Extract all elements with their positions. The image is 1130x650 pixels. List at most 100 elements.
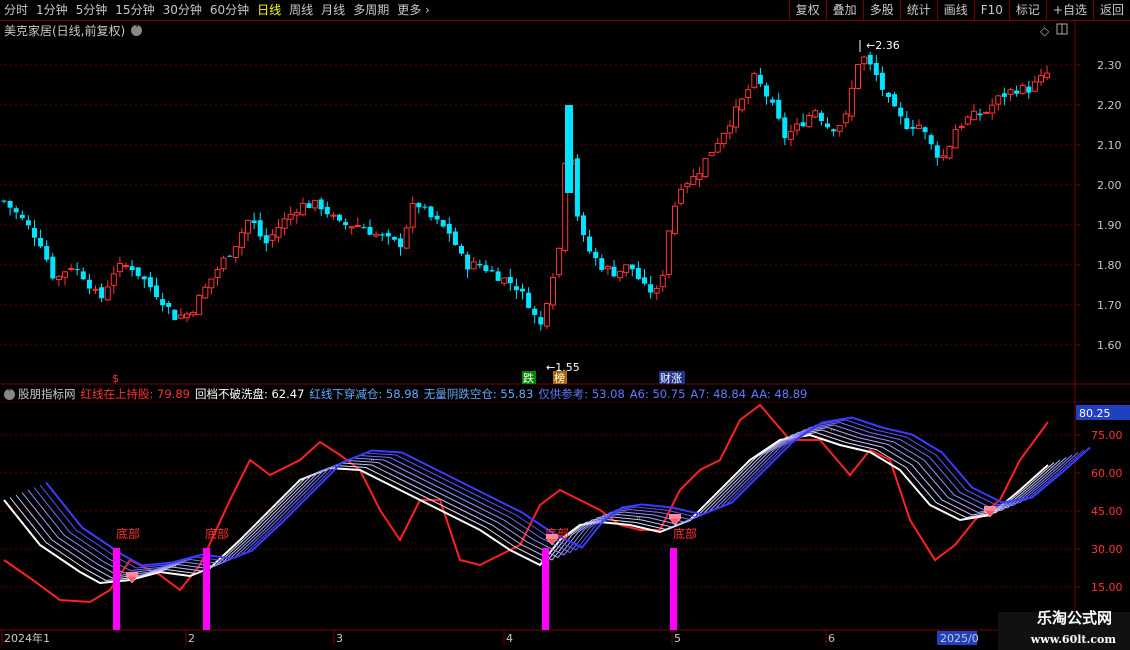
candle-down (257, 220, 263, 237)
chart-canvas[interactable]: 2.30 2.20 2.10 2.00 1.90 1.80 1.70 1.60 75.00 60.… (0, 0, 1130, 650)
indicator-tick-label: 75.00 (1091, 429, 1123, 442)
current-value-label: 80.25 (1079, 407, 1111, 420)
price-tick-label: 2.20 (1097, 99, 1122, 112)
gem-top-icon (126, 572, 138, 576)
candle-down (19, 214, 25, 219)
candle-down (99, 287, 105, 299)
candle-down (129, 266, 135, 271)
candle-up (708, 151, 715, 157)
candle-up (409, 203, 416, 228)
candle-spike (565, 105, 573, 193)
tag-caizhang: 财涨 (660, 371, 682, 385)
candle-down (385, 232, 391, 237)
ribbon-line-1 (9, 431, 1055, 582)
gem-top-icon (984, 506, 996, 510)
ribbon-line-0 (3, 433, 1049, 585)
candle-down (154, 285, 159, 298)
indicator-item-4: 仅供参考: 53.08 (538, 387, 625, 401)
candle-up (220, 257, 227, 270)
sparkle-icon: ᐝᐝ (830, 429, 835, 439)
candle-up (299, 202, 306, 216)
candle-down (147, 277, 153, 288)
candle-up (617, 270, 624, 279)
candle-down (898, 107, 904, 117)
candle-down (873, 62, 879, 76)
candle-up (373, 233, 380, 237)
candle-down (166, 303, 172, 307)
candle-up (604, 265, 611, 270)
price-tick-label: 2.00 (1097, 179, 1122, 192)
candle-up (794, 123, 800, 131)
bottom-signal-bar (670, 548, 677, 630)
candle-down (879, 72, 885, 90)
candle-down (648, 284, 654, 293)
candle-down (446, 223, 452, 234)
candle-down (434, 215, 440, 220)
candle-up (62, 271, 68, 278)
candle-up (1038, 75, 1044, 83)
candle-down (343, 222, 349, 226)
candle-down (977, 113, 983, 116)
candle-down (1014, 90, 1020, 94)
candle-up (501, 277, 508, 284)
candle-up (861, 56, 868, 65)
candle-down (251, 220, 257, 224)
candle-down (465, 254, 471, 270)
candle-down (574, 158, 580, 217)
dollar-marker: $ (112, 372, 119, 385)
candle-up (745, 89, 752, 98)
candle-up (946, 145, 953, 159)
candle-down (642, 277, 647, 284)
candle-up (678, 188, 685, 204)
candle-up (92, 288, 99, 291)
candle-down (581, 215, 586, 236)
candle-up (1044, 72, 1051, 79)
candle-down (25, 220, 31, 226)
candle-up (916, 124, 922, 130)
bottom-signal-bar (203, 548, 210, 630)
candle-down (337, 214, 342, 221)
candle-up (550, 276, 556, 306)
candle-up (812, 110, 819, 118)
candle-down (764, 85, 769, 97)
gem-top-icon (669, 514, 681, 518)
indicator-legend: ˅ 股朋指标网 红线在上持股: 79.89 回档不破洗盘: 62.47 红线下穿减仓… (0, 386, 812, 402)
candle-up (312, 199, 319, 209)
candle-up (116, 262, 123, 273)
candle-down (886, 92, 891, 98)
candle-down (776, 99, 782, 119)
indicator-item-6: A7: 48.84 (690, 387, 747, 401)
watermark-title: 乐淘公式网 (1036, 609, 1112, 627)
candle-down (629, 264, 635, 270)
tag-die: 跌 (523, 371, 534, 385)
indicator-menu-icon[interactable]: ˅ (4, 388, 15, 400)
candle-up (720, 132, 727, 145)
watermark-url: www.60lt.com (1030, 633, 1116, 646)
candle-down (361, 227, 367, 229)
indicator-tick-label: 60.00 (1091, 467, 1123, 480)
candle-down (306, 203, 312, 208)
candle-down (599, 258, 605, 270)
candle-up (672, 205, 678, 234)
candle-up (202, 286, 209, 299)
candle-up (269, 234, 276, 241)
time-label: 5 (674, 632, 681, 645)
ribbon-line-6 (39, 419, 1085, 569)
indicator-tick-label: 30.00 (1091, 543, 1123, 556)
candle-down (318, 199, 324, 210)
ribbon-line-7 (45, 416, 1091, 567)
candle-down (416, 203, 422, 208)
candle-down (495, 271, 501, 281)
candle-down (452, 231, 458, 246)
candle-up (275, 227, 282, 238)
candle-up (970, 110, 977, 121)
time-label: 2024年1 (4, 631, 50, 645)
indicator-tick-label: 45.00 (1091, 505, 1123, 518)
candle-up (952, 129, 959, 149)
candle-up (659, 274, 666, 288)
candle-up (110, 273, 117, 286)
candle-down (398, 238, 403, 248)
candle-down (367, 226, 373, 235)
candle-up (1007, 89, 1014, 95)
indicator-item-1: 回档不破洗盘: 62.47 (194, 387, 305, 401)
